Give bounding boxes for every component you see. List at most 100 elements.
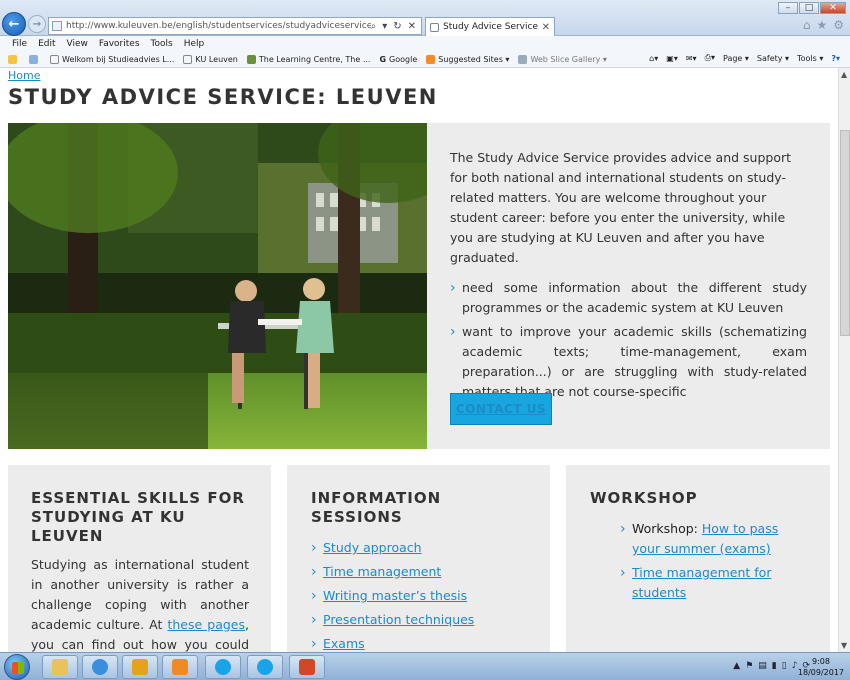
mail-icon[interactable]: ✉▾	[686, 54, 697, 63]
back-button[interactable]: ←	[2, 12, 26, 36]
contact-us-button[interactable]: CONTACT US	[450, 393, 552, 425]
search-icon[interactable]: ⌕	[371, 21, 377, 32]
page-title: STUDY ADVICE SERVICE: LEUVEN	[8, 85, 438, 109]
menu-help[interactable]: Help	[184, 39, 205, 49]
command-bar: ⌂▾ ▣▾ ✉▾ ⎙▾ Page ▾ Safety ▾ Tools ▾ ?▾	[649, 53, 840, 63]
internet-explorer-icon	[92, 659, 108, 675]
time-management-link[interactable]: Time management	[323, 564, 441, 579]
taskbar-powerpoint[interactable]	[289, 655, 325, 679]
safety-menu[interactable]: Safety ▾	[757, 54, 789, 63]
browser-tab[interactable]: Study Advice Service: Leuv... ✕	[425, 17, 555, 36]
list-item: Time management	[311, 562, 530, 582]
favorite-link-kuleuven[interactable]: KU Leuven	[183, 54, 238, 64]
taskbar-skype-2[interactable]	[247, 655, 283, 679]
intro-bullet-list: need some information about the differen…	[450, 278, 807, 402]
home-page-icon[interactable]: ⌂▾	[649, 54, 658, 63]
favorite-suggested-sites[interactable]: Suggested Sites ▾	[426, 54, 509, 64]
media-player-icon	[172, 659, 188, 675]
card-title: ESSENTIAL SKILLS FOR STUDYING AT KU LEUV…	[31, 489, 245, 545]
close-icon[interactable]: ✕	[408, 21, 416, 32]
refresh-icon[interactable]: ↻	[393, 21, 401, 32]
exams-link[interactable]: Exams	[323, 636, 365, 651]
menu-view[interactable]: View	[67, 39, 88, 49]
taskbar-skype-1[interactable]	[205, 655, 241, 679]
start-button[interactable]	[4, 654, 30, 680]
presentation-techniques-link[interactable]: Presentation techniques	[323, 612, 474, 627]
browser-titlebar: ← → http://www.kuleuven.be/english/stude…	[0, 0, 850, 36]
print-icon[interactable]: ⎙▾	[705, 53, 715, 63]
taskbar-explorer[interactable]	[42, 655, 78, 679]
add-favorite-icon[interactable]	[29, 54, 41, 64]
menu-bar: File Edit View Favorites Tools Help	[0, 36, 850, 51]
tab-title: Study Advice Service: Leuv...	[443, 22, 539, 32]
scrollbar-thumb[interactable]	[840, 130, 850, 336]
favorites-star-icon[interactable]	[8, 54, 20, 64]
network-icon[interactable]: ▤	[758, 661, 767, 671]
feeds-icon[interactable]: ▣▾	[666, 54, 678, 63]
favorites-star-icon[interactable]: ★	[816, 18, 827, 32]
menu-tools[interactable]: Tools	[151, 39, 173, 49]
card-information-sessions: INFORMATION SESSIONS Study approach Time…	[287, 465, 550, 652]
maximize-button[interactable]: □	[799, 2, 819, 14]
url-text: http://www.kuleuven.be/english/studentse…	[66, 21, 371, 31]
volume-icon[interactable]: ♪	[792, 661, 798, 671]
time-management-students-link[interactable]: Time management for students	[632, 565, 771, 600]
clock-time: 9:08	[811, 657, 830, 666]
taskbar-internet-explorer[interactable]	[82, 655, 118, 679]
tools-menu[interactable]: Tools ▾	[797, 54, 823, 63]
clock-date: 18/09/2017	[797, 668, 844, 677]
web-page: Home STUDY ADVICE SERVICE: LEUVEN The St…	[0, 68, 838, 652]
back-arrow-icon: ←	[8, 16, 20, 32]
forward-button[interactable]: →	[28, 15, 46, 33]
writing-thesis-link[interactable]: Writing master’s thesis	[323, 588, 467, 603]
flag-icon[interactable]: ⚑	[745, 661, 753, 671]
taskbar-media-player[interactable]	[162, 655, 198, 679]
scroll-down-icon[interactable]: ▼	[841, 641, 847, 650]
favorite-link-google[interactable]: G Google	[379, 55, 417, 64]
google-icon: G	[379, 54, 387, 64]
card-title: WORKSHOP	[590, 489, 698, 507]
page-icon	[52, 21, 62, 31]
outlook-icon	[132, 659, 148, 675]
window-controls: – □ ✕	[778, 2, 846, 14]
menu-file[interactable]: File	[12, 39, 27, 49]
tab-favicon-icon	[430, 22, 439, 32]
intro-paragraph: The Study Advice Service provides advice…	[450, 150, 792, 265]
breadcrumb-home[interactable]: Home	[8, 69, 40, 82]
favorite-link-studieadvies[interactable]: Welkom bij Studieadvies L...	[50, 54, 174, 64]
minimize-button[interactable]: –	[778, 2, 798, 14]
system-clock[interactable]: 9:08 18/09/2017	[798, 656, 844, 678]
dropdown-icon[interactable]: ▾	[382, 21, 387, 32]
scroll-up-icon[interactable]: ▲	[841, 70, 847, 79]
window-close-button[interactable]: ✕	[820, 2, 846, 14]
study-approach-link[interactable]: Study approach	[323, 540, 422, 555]
list-item: Study approach	[311, 538, 530, 558]
card-workshop: WORKSHOP Workshop: How to pass your summ…	[566, 465, 830, 652]
sessions-link-list: Study approach Time management Writing m…	[311, 538, 530, 652]
help-icon[interactable]: ?▾	[831, 54, 840, 63]
folder-icon	[52, 659, 68, 675]
taskbar-outlook[interactable]	[122, 655, 158, 679]
chrome-icons: ⌂ ★ ⚙	[803, 18, 844, 32]
battery-icon[interactable]: ▯	[782, 661, 787, 671]
page-menu[interactable]: Page ▾	[723, 54, 749, 63]
tab-close-icon[interactable]: ✕	[542, 22, 550, 33]
list-item: Workshop: How to pass your summer (exams…	[620, 519, 810, 559]
show-hidden-icons-icon[interactable]: ▲	[733, 661, 740, 671]
skype-icon	[215, 659, 231, 675]
these-pages-link[interactable]: these pages	[167, 617, 245, 632]
page-scrollbar[interactable]: ▲ ▼	[838, 68, 850, 652]
menu-favorites[interactable]: Favorites	[99, 39, 140, 49]
signal-icon[interactable]: ▮	[772, 661, 777, 671]
settings-gear-icon[interactable]: ⚙	[833, 18, 844, 32]
list-item: Presentation techniques	[311, 610, 530, 630]
favorite-web-slice-gallery[interactable]: Web Slice Gallery ▾	[518, 54, 607, 64]
home-icon[interactable]: ⌂	[803, 18, 811, 32]
list-item: Exams	[311, 634, 530, 652]
menu-edit[interactable]: Edit	[38, 39, 55, 49]
list-item: Time management for students	[620, 563, 810, 603]
skype-icon	[257, 659, 273, 675]
favorite-link-learning-centre[interactable]: The Learning Centre, The ...	[246, 54, 370, 64]
card-title: INFORMATION SESSIONS	[311, 489, 442, 526]
address-bar[interactable]: http://www.kuleuven.be/english/studentse…	[48, 17, 422, 35]
